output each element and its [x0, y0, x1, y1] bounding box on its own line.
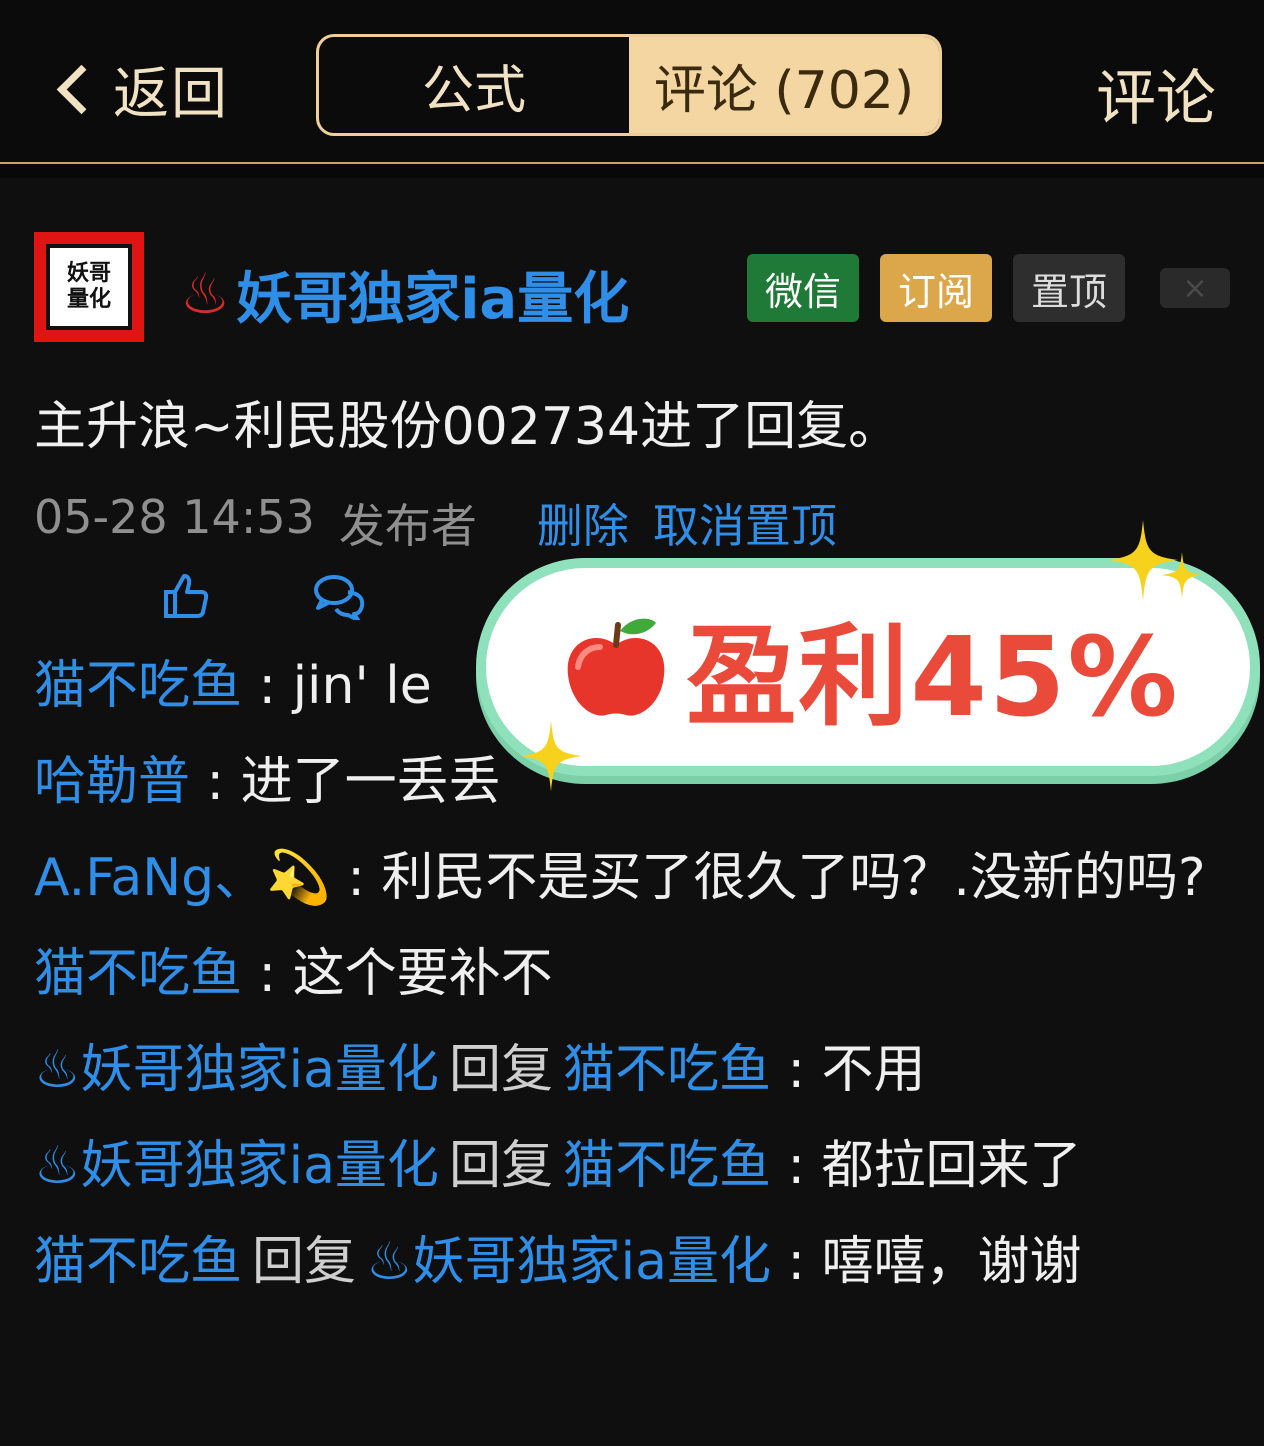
divider [0, 164, 1264, 178]
avatar[interactable]: 妖哥 量化 [34, 232, 144, 342]
like-icon[interactable] [160, 570, 212, 626]
comment-sep: : [242, 656, 293, 716]
comment-user[interactable]: 猫不吃鱼 [34, 1232, 242, 1292]
comment-text: 嘻嘻，谢谢 [821, 1232, 1082, 1292]
thumbs-up-icon [164, 574, 209, 618]
comment-user[interactable]: A.FaNg、💫 [34, 848, 331, 908]
comment-user[interactable]: ♨妖哥独家ia量化 [34, 1136, 439, 1196]
pin-badge[interactable]: 置顶 [1013, 254, 1125, 322]
comment-sep: : [190, 752, 241, 812]
profit-text: 盈利45% [686, 613, 1180, 741]
comment-item: 猫不吃鱼 : 这个要补不 [34, 938, 1224, 1010]
hot-spring-icon: ♨ [180, 262, 231, 327]
comment-user[interactable]: 猫不吃鱼 [34, 656, 242, 716]
unpin-link[interactable]: 取消置顶 [653, 490, 837, 556]
reply-label: 回复 [448, 1136, 553, 1196]
tab-switcher: 公式 评论 (702) [316, 34, 942, 136]
comment-sep: : [770, 1232, 822, 1292]
comment-item: ♨妖哥独家ia量化 回复 猫不吃鱼 : 都拉回来了 [34, 1130, 1224, 1202]
back-label: 返回 [113, 61, 229, 127]
close-button[interactable]: × [1160, 268, 1230, 308]
wechat-button[interactable]: 微信 [747, 254, 859, 322]
reply-label: 回复 [252, 1232, 357, 1292]
author-name[interactable]: ♨ 妖哥独家ia量化 [180, 254, 629, 335]
avatar-text-1: 妖哥 [66, 261, 111, 286]
tab-formula[interactable]: 公式 [319, 37, 629, 133]
author-label: 妖哥独家ia量化 [236, 267, 630, 332]
comment-user[interactable]: 哈勒普 [34, 752, 190, 812]
avatar-text-2: 量化 [66, 287, 111, 312]
avatar-logo: 妖哥 量化 [46, 244, 132, 330]
comment-sep: : [242, 944, 293, 1004]
comment-user[interactable]: ♨妖哥独家ia量化 [34, 1040, 439, 1100]
top-bar: 返回 公式 评论 (702) 评论 [0, 0, 1264, 164]
comment-item: 猫不吃鱼 回复 ♨妖哥独家ia量化 : 嘻嘻，谢谢 [34, 1226, 1224, 1298]
tab-comments[interactable]: 评论 (702) [629, 37, 939, 133]
comment-icon[interactable] [312, 570, 368, 624]
comment-sep: : [770, 1136, 822, 1196]
apple-icon [568, 618, 665, 716]
comment-text: 进了一丢丢 [240, 752, 501, 812]
reply-target[interactable]: 猫不吃鱼 [563, 1136, 771, 1196]
comment-item: ♨妖哥独家ia量化 回复 猫不吃鱼 : 不用 [34, 1034, 1224, 1106]
post-body: 主升浪~利民股份002734进了回复。 [34, 397, 901, 457]
comment-text: jin' le [292, 656, 432, 716]
post-time: 05-28 14:53 [34, 490, 315, 544]
comment-sep: : [330, 848, 382, 908]
speech-bubbles-icon [314, 575, 365, 622]
sparkle-icon [1162, 552, 1202, 598]
post-meta: 05-28 14:53 发布者 删除 取消置顶 [34, 490, 837, 556]
chevron-left-icon [56, 64, 107, 114]
reply-label: 回复 [448, 1040, 553, 1100]
meta-spacer [501, 490, 513, 556]
reply-target[interactable]: 猫不吃鱼 [563, 1040, 771, 1100]
comment-user[interactable]: 猫不吃鱼 [34, 944, 242, 1004]
comment-sep: : [770, 1040, 822, 1100]
reply-target[interactable]: ♨妖哥独家ia量化 [366, 1232, 771, 1292]
post-role: 发布者 [338, 499, 477, 553]
subscribe-button[interactable]: 订阅 [880, 254, 992, 322]
comment-item: A.FaNg、💫 : 利民不是买了很久了吗？.没新的吗? [34, 842, 1224, 914]
comment-action-button[interactable]: 评论 [1096, 50, 1216, 137]
back-button[interactable]: 返回 [52, 52, 229, 127]
comment-text: 这个要补不 [292, 944, 553, 1004]
comment-text: 利民不是买了很久了吗？.没新的吗? [381, 848, 1206, 908]
comment-text: 不用 [821, 1040, 926, 1100]
comment-text: 都拉回来了 [821, 1136, 1082, 1196]
delete-link[interactable]: 删除 [537, 490, 629, 556]
sparkle-icon [520, 720, 582, 792]
